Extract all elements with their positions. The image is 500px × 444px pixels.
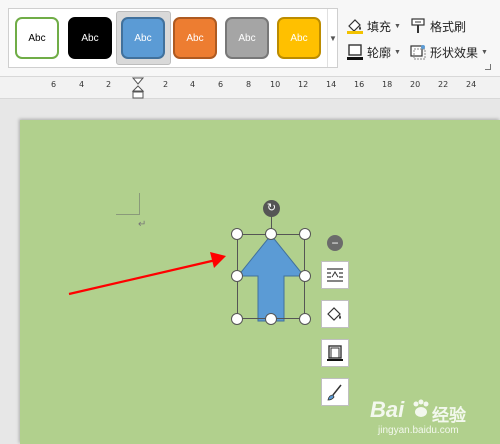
style-swatch-label: Abc [134, 32, 152, 44]
resize-handle-top-right[interactable] [299, 228, 311, 240]
style-swatch-label: Abc [81, 32, 99, 44]
ribbon: Abc Abc Abc Abc Abc Abc ▼ 填充 ▼ 格式刷 轮廓 ▼ … [0, 0, 500, 77]
shape-effects-icon [410, 45, 426, 60]
resize-handle-left[interactable] [231, 270, 243, 282]
ruler-tick: 22 [438, 80, 449, 89]
ruler-tick: 8 [246, 80, 252, 89]
outline-button[interactable]: 轮廓 ▼ [346, 42, 401, 62]
resize-handle-top[interactable] [265, 228, 277, 240]
shape-outline-button[interactable] [321, 339, 349, 367]
style-swatch-gray[interactable]: Abc [225, 17, 269, 59]
style-swatch-white[interactable]: Abc [15, 17, 59, 59]
shape-effects-button[interactable]: 形状效果 ▼ [409, 42, 488, 62]
gallery-more-button[interactable]: ▼ [327, 9, 338, 67]
watermark-brand: Bai [370, 397, 405, 422]
format-shape-button[interactable] [321, 378, 349, 406]
format-painter-icon [411, 18, 425, 33]
shape-outline-icon [347, 44, 363, 60]
ruler-tick: 18 [382, 80, 393, 89]
horizontal-ruler[interactable]: 6 4 2 2 4 6 8 10 12 14 16 18 20 22 24 [0, 77, 500, 99]
resize-handle-top-left[interactable] [231, 228, 243, 240]
style-swatch-blue[interactable]: Abc [121, 17, 165, 59]
paw-icon [413, 399, 429, 417]
resize-handle-right[interactable] [299, 270, 311, 282]
group-expand-icon[interactable] [485, 64, 491, 70]
style-swatch-label: Abc [186, 32, 204, 44]
layout-options-button[interactable] [321, 261, 349, 289]
dropdown-caret-icon: ▼ [394, 48, 401, 56]
shape-fill-button[interactable] [321, 300, 349, 328]
layout-options-icon [327, 268, 343, 282]
shape-effects-label: 形状效果 [430, 45, 479, 60]
style-swatch-label: Abc [238, 32, 256, 44]
collapse-toolbar-button[interactable]: − [327, 235, 343, 251]
shape-style-gallery: Abc Abc Abc Abc Abc Abc ▼ [8, 8, 338, 68]
ruler-tick: 12 [298, 80, 309, 89]
style-swatch-label: Abc [290, 32, 308, 44]
watermark-url: jingyan.baidu.com [378, 425, 459, 436]
more-down-icon: ▼ [329, 33, 337, 43]
paragraph-mark-icon: ↵ [138, 219, 147, 230]
selection-box [237, 234, 305, 319]
fill-button[interactable]: 填充 ▼ [346, 16, 401, 36]
resize-handle-bottom[interactable] [265, 313, 277, 325]
indent-marker-icon[interactable] [131, 77, 145, 99]
annotation-arrow [68, 252, 226, 296]
ruler-tick: 10 [270, 80, 281, 89]
page-margin-corner [116, 193, 140, 215]
dropdown-caret-icon: ▼ [394, 22, 401, 30]
outline-label: 轮廓 [367, 45, 392, 60]
resize-handle-bottom-left[interactable] [231, 313, 243, 325]
ruler-tick: 6 [51, 80, 57, 89]
ruler-tick: 24 [466, 80, 477, 89]
ruler-tick: 2 [163, 80, 169, 89]
ruler-tick: 2 [106, 80, 112, 89]
style-swatch-orange[interactable]: Abc [173, 17, 217, 59]
format-painter-label: 格式刷 [430, 19, 467, 34]
style-swatch-gold[interactable]: Abc [277, 17, 321, 59]
shape-fill-icon [327, 307, 341, 321]
ruler-tick: 6 [218, 80, 224, 89]
resize-handle-bottom-right[interactable] [299, 313, 311, 325]
ruler-tick: 4 [79, 80, 85, 89]
shape-outline-icon [327, 345, 343, 361]
format-painter-button[interactable]: 格式刷 [409, 16, 466, 36]
style-swatch-label: Abc [28, 32, 46, 44]
baidu-jingyan-watermark: Bai 经验 jingyan.baidu.com [370, 395, 500, 444]
watermark-product: 经验 [432, 406, 466, 425]
dropdown-caret-icon: ▼ [481, 48, 488, 56]
format-brush-icon [327, 384, 342, 401]
paint-bucket-icon [347, 19, 363, 34]
fill-label: 填充 [367, 19, 392, 34]
ruler-tick: 4 [190, 80, 196, 89]
style-swatch-black[interactable]: Abc [68, 17, 112, 59]
ruler-tick: 16 [354, 80, 365, 89]
ruler-tick: 14 [326, 80, 337, 89]
ruler-tick: 20 [410, 80, 421, 89]
rotate-handle-icon[interactable]: ↻ [263, 200, 280, 217]
